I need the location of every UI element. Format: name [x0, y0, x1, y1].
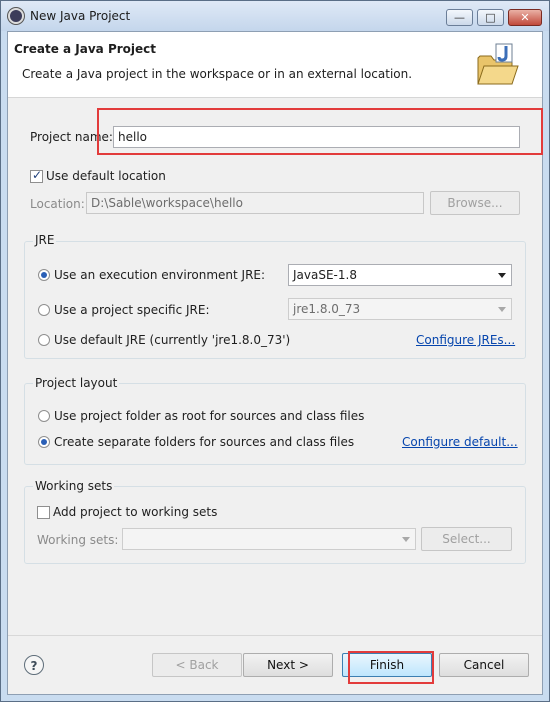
- location-input[interactable]: D:\Sable\workspace\hello: [86, 192, 424, 214]
- jre-project-select[interactable]: jre1.8.0_73: [288, 298, 512, 320]
- layout-root-radio[interactable]: [38, 410, 50, 422]
- wizard-description: Create a Java project in the workspace o…: [22, 67, 413, 81]
- wizard-title: Create a Java Project: [14, 42, 157, 56]
- layout-separate-label: Create separate folders for sources and …: [54, 435, 355, 449]
- highlight-box: [97, 108, 543, 155]
- layout-root-label: Use project folder as root for sources a…: [54, 409, 365, 423]
- jre-group-label: JRE: [33, 233, 57, 247]
- jre-env-select[interactable]: JavaSE-1.8: [288, 264, 512, 286]
- working-sets-select[interactable]: [122, 528, 416, 550]
- help-icon[interactable]: ?: [24, 655, 44, 675]
- finish-highlight-box: [348, 651, 434, 684]
- use-default-location-checkbox[interactable]: ✓: [30, 168, 43, 183]
- window-title: New Java Project: [30, 9, 131, 23]
- jre-default-radio[interactable]: [38, 334, 50, 346]
- checkmark-icon: ✓: [32, 168, 43, 182]
- jre-env-radio[interactable]: [38, 269, 50, 281]
- jre-env-value: JavaSE-1.8: [293, 268, 357, 282]
- working-sets-label: Working sets:: [37, 533, 119, 547]
- use-default-location-label: Use default location: [46, 169, 166, 183]
- chevron-down-icon: [498, 307, 506, 312]
- next-button[interactable]: Next >: [243, 653, 333, 677]
- select-working-sets-button[interactable]: Select...: [421, 527, 512, 551]
- jre-project-radio[interactable]: [38, 304, 50, 316]
- jre-project-label: Use a project specific JRE:: [54, 303, 210, 317]
- footer-separator: [8, 635, 542, 636]
- working-sets-group-label: Working sets: [33, 479, 115, 493]
- cancel-button[interactable]: Cancel: [439, 653, 529, 677]
- working-sets-group: [24, 486, 526, 564]
- back-button[interactable]: < Back: [152, 653, 242, 677]
- browse-button[interactable]: Browse...: [430, 191, 520, 215]
- close-button[interactable]: ✕: [508, 9, 542, 26]
- add-to-working-sets-checkbox[interactable]: [37, 506, 50, 519]
- configure-default-link[interactable]: Configure default...: [402, 435, 518, 449]
- layout-separate-radio[interactable]: [38, 436, 50, 448]
- maximize-button[interactable]: □: [477, 9, 504, 26]
- add-to-working-sets-label: Add project to working sets: [53, 505, 218, 519]
- java-project-folder-icon: [477, 43, 519, 85]
- configure-jres-link[interactable]: Configure JREs...: [416, 333, 515, 347]
- jre-env-label: Use an execution environment JRE:: [54, 268, 266, 282]
- chevron-down-icon: [498, 273, 506, 278]
- jre-project-value: jre1.8.0_73: [293, 302, 361, 316]
- project-layout-label: Project layout: [33, 376, 120, 390]
- location-label: Location:: [30, 197, 85, 211]
- minimize-button[interactable]: —: [446, 9, 473, 26]
- project-layout-group: [24, 383, 526, 465]
- chevron-down-icon: [402, 537, 410, 542]
- eclipse-icon: [8, 8, 24, 24]
- jre-default-label: Use default JRE (currently 'jre1.8.0_73'…: [54, 333, 291, 347]
